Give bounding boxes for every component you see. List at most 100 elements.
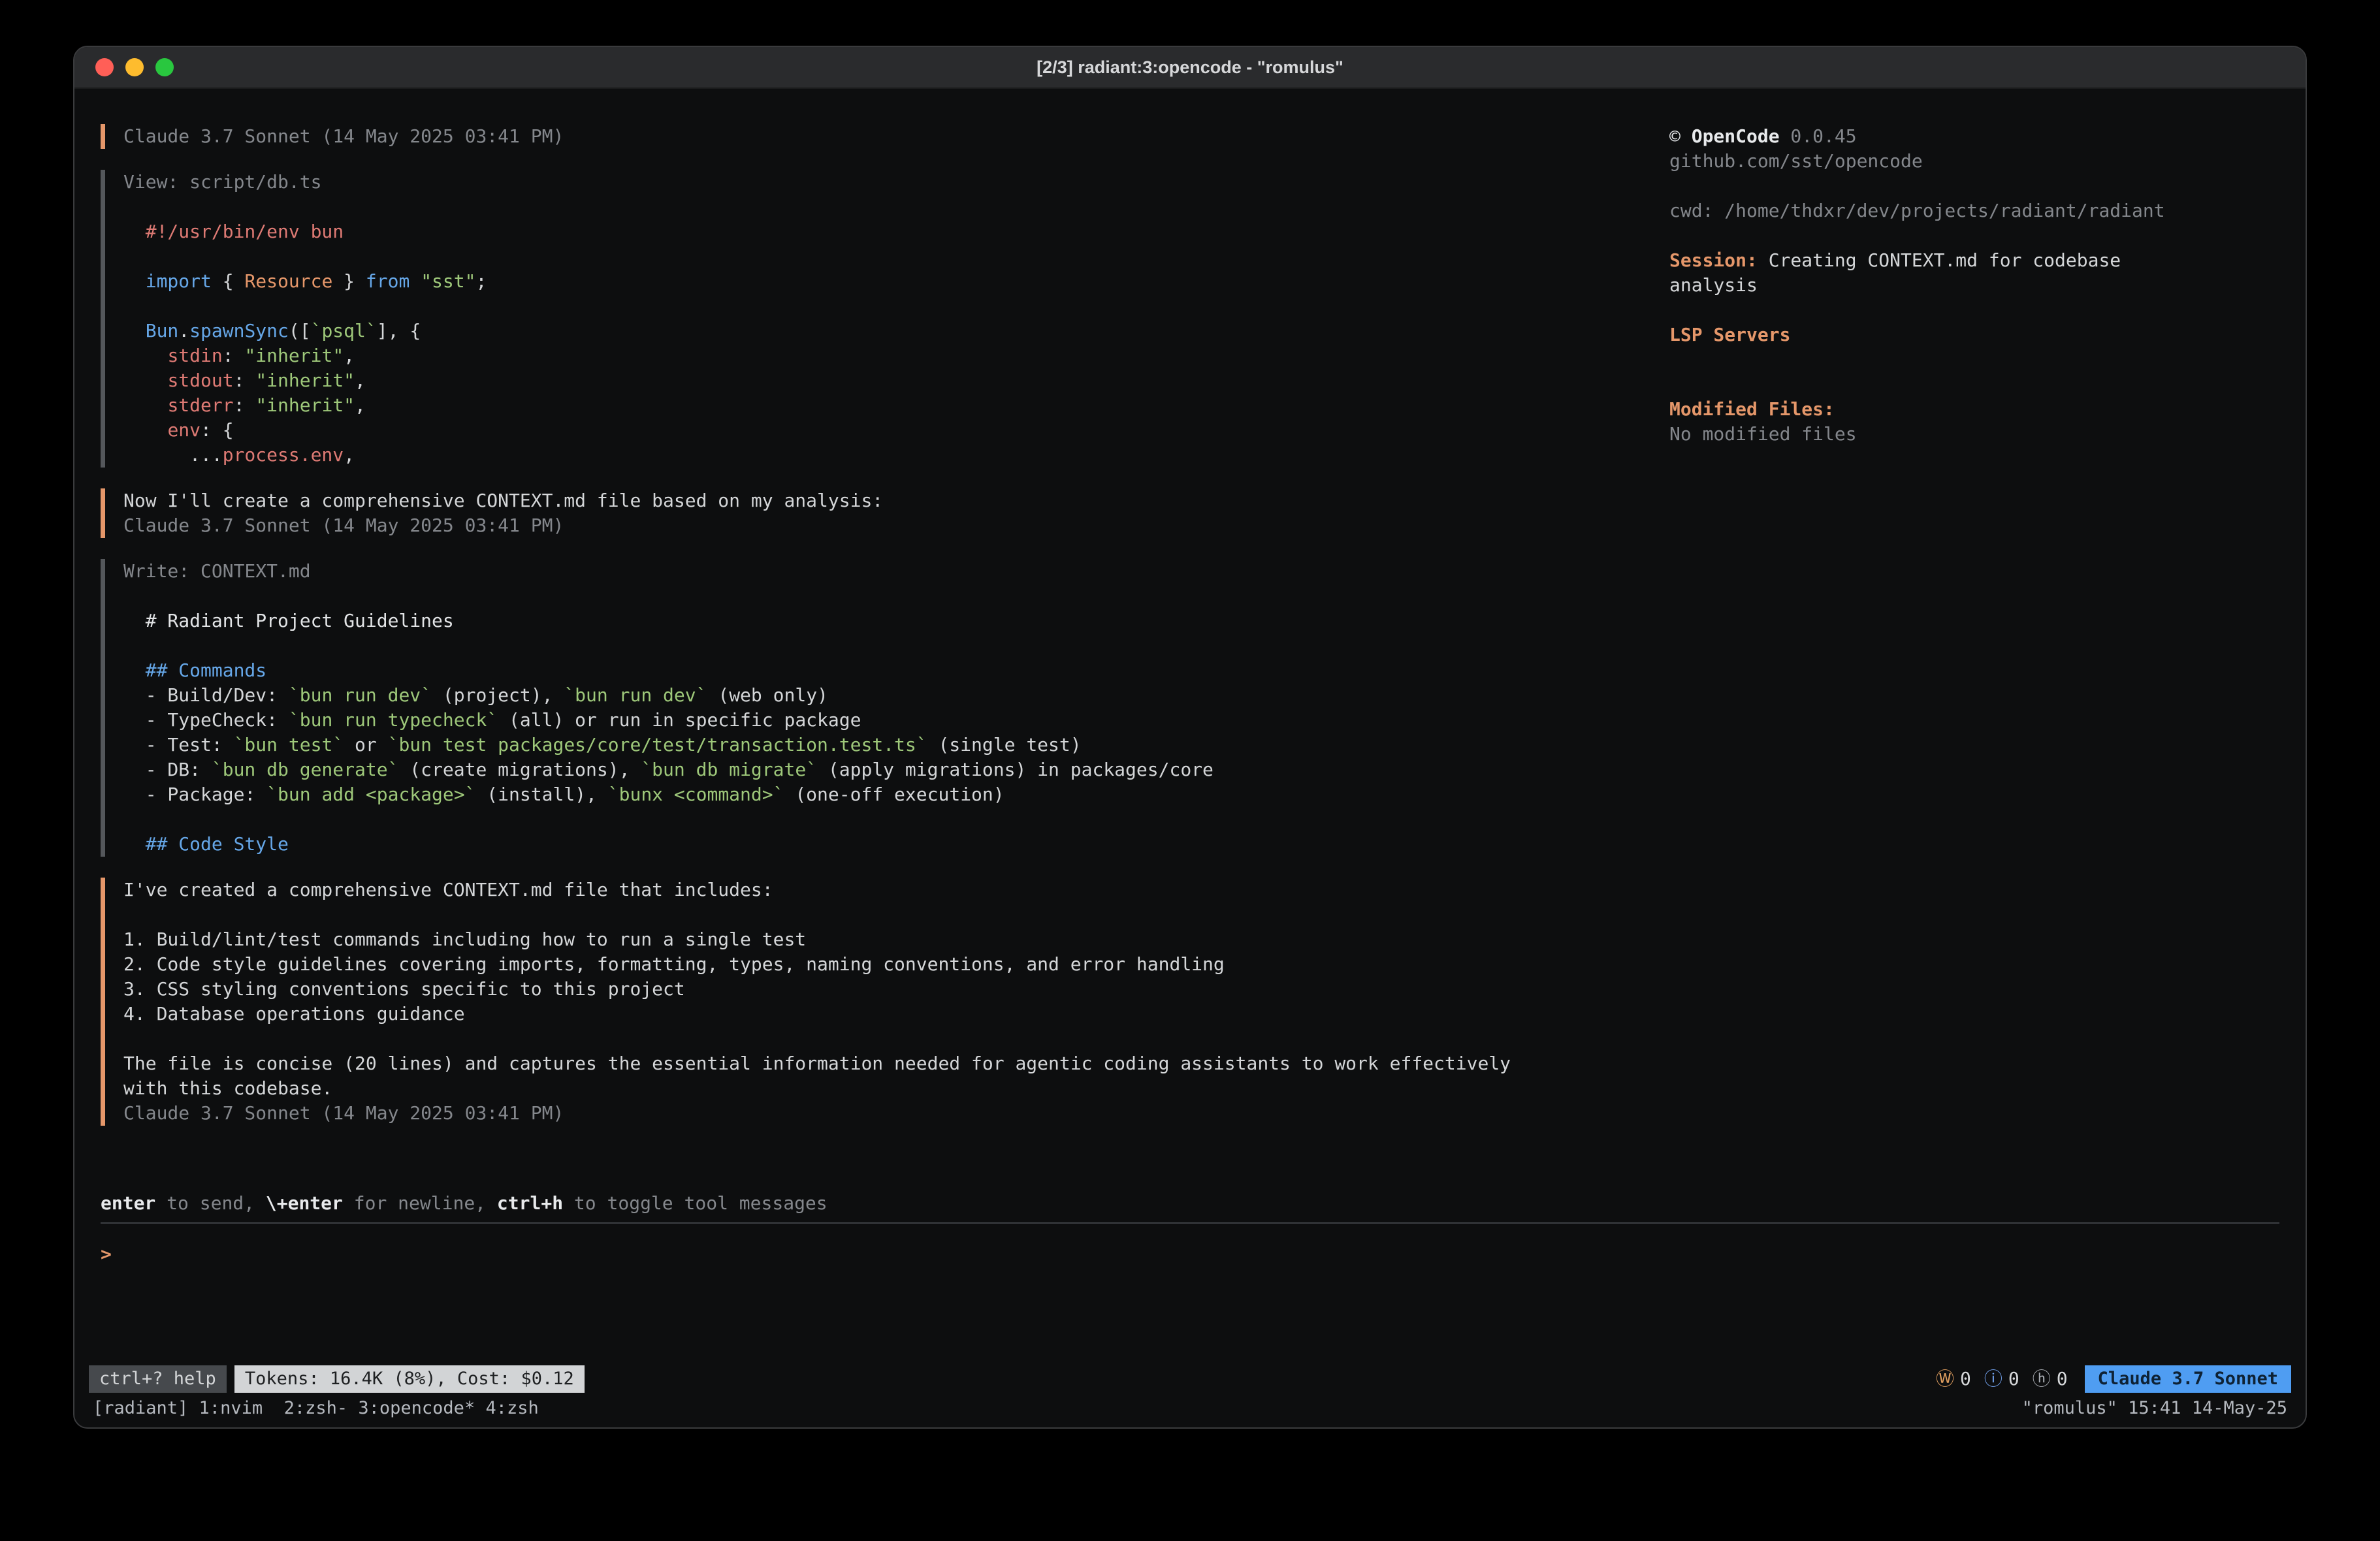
- text-line: [123, 1026, 1669, 1051]
- text-line: The file is concise (20 lines) and captu…: [123, 1051, 1669, 1076]
- help-shortcut-badge: ctrl+? help: [89, 1365, 227, 1393]
- status-right-group: Ⓦ0ⓘ0ⓗ0 Claude 3.7 Sonnet: [1936, 1365, 2291, 1393]
- text-segment: from: [366, 270, 410, 292]
- text-line: ## Commands: [123, 658, 1669, 683]
- text-segment: Claude 3.7 Sonnet (14 May 2025 03:41 PM): [123, 125, 564, 147]
- text-segment: Resource: [244, 270, 332, 292]
- text-line: - Test: `bun test` or `bun test packages…: [123, 733, 1669, 757]
- content-row: Claude 3.7 Sonnet (14 May 2025 03:41 PM)…: [74, 89, 2306, 1191]
- tmux-session-info: "romulus" 15:41 14-May-25: [2022, 1396, 2287, 1421]
- hint-segment: to toggle tool messages: [563, 1192, 828, 1214]
- input-area[interactable]: [74, 1267, 2306, 1365]
- text-segment: Claude 3.7 Sonnet (14 May 2025 03:41 PM): [123, 1102, 564, 1124]
- zoom-button[interactable]: [155, 58, 174, 76]
- text-segment: Bun: [146, 320, 179, 342]
- text-line: stderr: "inherit",: [123, 393, 1669, 418]
- text-line: View: script/db.ts: [123, 170, 1669, 195]
- text-line: [1669, 298, 2290, 323]
- hint-segment: enter: [101, 1192, 155, 1214]
- text-segment: "sst": [421, 270, 475, 292]
- text-line: [123, 807, 1669, 832]
- text-line: analysis: [1669, 273, 2290, 298]
- text-segment: [123, 419, 167, 441]
- text-segment: "inherit": [244, 345, 344, 366]
- status-bar: ctrl+? help Tokens: 16.4K (8%), Cost: $0…: [74, 1365, 2306, 1393]
- diagnostic-count: 0: [2008, 1367, 2019, 1391]
- text-line: import { Resource } from "sst";: [123, 269, 1669, 294]
- text-segment: `bun run dev`: [289, 684, 432, 706]
- assistant-message-block: Now I'll create a comprehensive CONTEXT.…: [101, 488, 1669, 538]
- info-count-icon: ⓘ: [1984, 1367, 2002, 1391]
- text-line: [123, 294, 1669, 319]
- text-segment: "inherit": [255, 370, 355, 391]
- text-line: 1. Build/lint/test commands including ho…: [123, 927, 1669, 952]
- minimize-button[interactable]: [125, 58, 144, 76]
- text-segment: (create migrations),: [398, 759, 641, 780]
- text-segment: Creating CONTEXT.md for codebase: [1758, 249, 2121, 271]
- text-segment: Claude 3.7 Sonnet (14 May 2025 03:41 PM): [123, 515, 564, 536]
- text-line: Claude 3.7 Sonnet (14 May 2025 03:41 PM): [123, 124, 1669, 149]
- text-segment: [123, 345, 167, 366]
- close-button[interactable]: [95, 58, 114, 76]
- text-line: - Build/Dev: `bun run dev` (project), `b…: [123, 683, 1669, 708]
- text-segment: with this codebase.: [123, 1077, 332, 1099]
- prompt-input[interactable]: >: [74, 1224, 2306, 1267]
- prompt-symbol: >: [101, 1243, 112, 1265]
- text-segment: : {: [201, 419, 234, 441]
- text-segment: (install),: [475, 784, 607, 805]
- text-segment: [410, 270, 421, 292]
- text-segment: - Test:: [123, 734, 234, 755]
- text-segment: 2. Code style guidelines covering import…: [123, 953, 1225, 975]
- text-segment: (apply migrations) in packages/core: [817, 759, 1214, 780]
- text-line: stdout: "inherit",: [123, 368, 1669, 393]
- text-segment: `psql`: [311, 320, 377, 342]
- hint-segment: to send,: [155, 1192, 266, 1214]
- text-line: LSP Servers: [1669, 323, 2290, 347]
- text-segment: OpenCode: [1692, 125, 1780, 147]
- text-line: - DB: `bun db generate` (create migratio…: [123, 757, 1669, 782]
- text-segment: :: [234, 370, 256, 391]
- text-segment: 0.0.45: [1780, 125, 1857, 147]
- window-titlebar[interactable]: [2/3] radiant:3:opencode - "romulus": [74, 47, 2306, 89]
- text-line: [1669, 347, 2290, 372]
- text-segment: cwd: /home/thdxr/dev/projects/radiant/ra…: [1669, 200, 2165, 221]
- text-segment: View: script/db.ts: [123, 171, 321, 193]
- text-segment: `bun db generate`: [212, 759, 399, 780]
- text-segment: Now I'll create a comprehensive CONTEXT.…: [123, 490, 883, 511]
- text-segment: process.env: [223, 444, 344, 466]
- text-line: Modified Files:: [1669, 397, 2290, 422]
- text-segment: No modified files: [1669, 423, 1857, 445]
- text-segment: 4. Database operations guidance: [123, 1003, 465, 1025]
- text-segment: spawnSync: [189, 320, 289, 342]
- text-segment: Write: CONTEXT.md: [123, 560, 311, 582]
- text-segment: # Radiant Project Guidelines: [123, 610, 454, 631]
- text-line: Now I'll create a comprehensive CONTEXT.…: [123, 488, 1669, 513]
- text-segment: - TypeCheck:: [123, 709, 289, 731]
- text-segment: Modified Files:: [1669, 398, 1835, 420]
- text-segment: [123, 270, 146, 292]
- text-line: ...process.env,: [123, 443, 1669, 468]
- text-segment: Session:: [1669, 249, 1758, 271]
- text-segment: :: [234, 394, 256, 416]
- text-segment: ([: [289, 320, 311, 342]
- text-segment: stderr: [167, 394, 233, 416]
- text-line: cwd: /home/thdxr/dev/projects/radiant/ra…: [1669, 199, 2290, 223]
- text-segment: - Build/Dev:: [123, 684, 289, 706]
- hint-segment: for newline,: [343, 1192, 497, 1214]
- text-segment: github.com/sst/opencode: [1669, 150, 1923, 172]
- text-segment: `bun test`: [234, 734, 344, 755]
- assistant-header-block: Claude 3.7 Sonnet (14 May 2025 03:41 PM): [101, 124, 1669, 149]
- text-segment: [123, 320, 146, 342]
- text-line: [123, 244, 1669, 269]
- tmux-window-list[interactable]: [radiant] 1:nvim 2:zsh- 3:opencode* 4:zs…: [93, 1396, 539, 1421]
- text-segment: ©: [1669, 125, 1692, 147]
- text-line: env: {: [123, 418, 1669, 443]
- text-segment: - Package:: [123, 784, 266, 805]
- text-segment: `bunx <command>`: [608, 784, 784, 805]
- text-segment: 3. CSS styling conventions specific to t…: [123, 978, 685, 1000]
- sidebar-lines: © OpenCode 0.0.45 github.com/sst/opencode…: [1669, 124, 2290, 447]
- text-segment: ## Commands: [123, 659, 266, 681]
- window-title: [2/3] radiant:3:opencode - "romulus": [1037, 57, 1343, 78]
- text-segment: (project),: [432, 684, 564, 706]
- traffic-lights: [95, 47, 174, 87]
